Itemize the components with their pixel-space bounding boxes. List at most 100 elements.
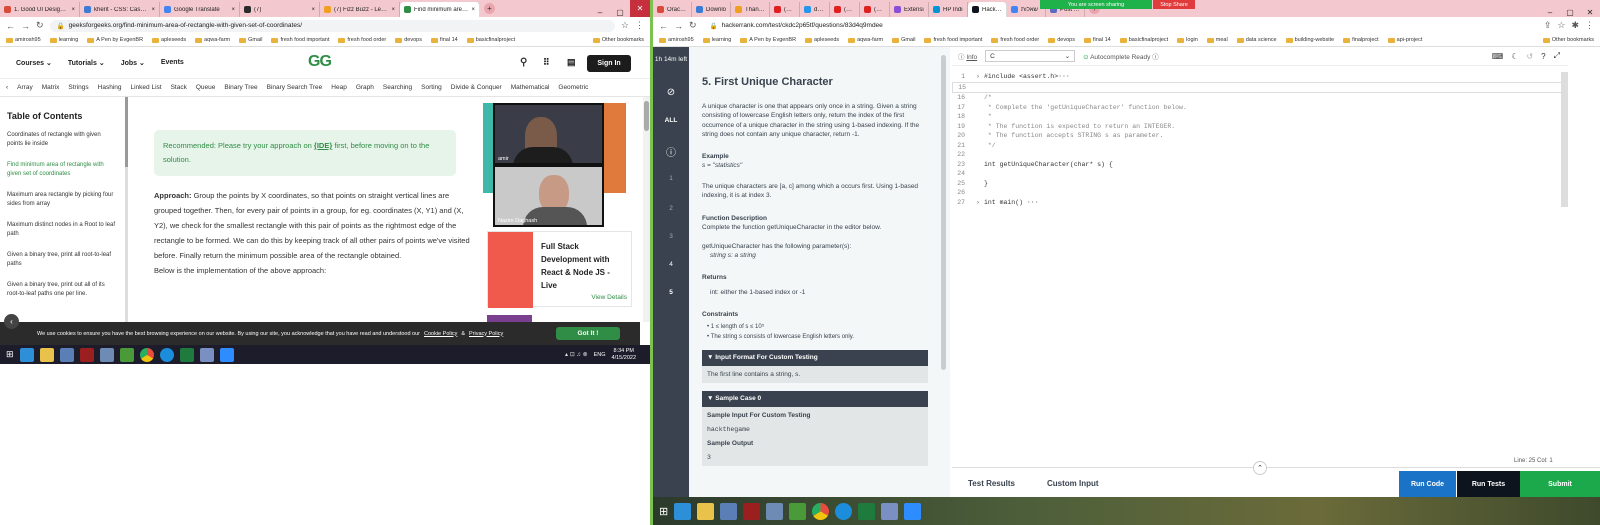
bookmark[interactable]: Gmail	[239, 37, 262, 43]
editor-scrollbar[interactable]	[1561, 72, 1568, 207]
file-explorer-icon[interactable]	[39, 347, 54, 362]
gfg-page-scrollbar[interactable]	[643, 97, 650, 322]
browser-tab-right[interactable]: docker V	[800, 2, 830, 17]
chrome-icon[interactable]	[139, 347, 154, 362]
virtualbox-icon-right[interactable]	[881, 502, 899, 520]
bookmark[interactable]: fresh food order	[338, 37, 386, 43]
problem-scrollbar[interactable]	[941, 55, 946, 370]
network-icon-right[interactable]	[766, 502, 784, 520]
back-icon-right[interactable]: ←	[659, 21, 668, 31]
topic-link[interactable]: Graph	[356, 84, 374, 91]
question-5[interactable]: 5	[653, 289, 689, 296]
browser-tab-right[interactable]: Downlo	[692, 2, 731, 17]
reload-icon-right[interactable]: ↻	[689, 20, 697, 31]
windows-start-icon[interactable]: ⊞	[6, 349, 14, 360]
bookmark[interactable]: amirosh95	[659, 37, 694, 43]
app-red-icon-right[interactable]	[743, 502, 761, 520]
browser-tab-right[interactable]: Oracle V	[653, 2, 692, 17]
new-tab-button[interactable]: +	[484, 3, 495, 14]
stop-share-button[interactable]: Stop Share	[1153, 0, 1195, 9]
code-area[interactable]: 1 › #include <assert.h>··· 15 16 /* 17 * Com…	[952, 72, 1568, 207]
browser-tab[interactable]: kherit - CSS: Cascadin×	[80, 2, 160, 17]
ie-icon[interactable]	[19, 347, 34, 362]
tab-custom-input[interactable]: Custom Input	[1047, 479, 1099, 488]
reload-icon[interactable]: ↻	[36, 20, 44, 31]
browser-tab-right[interactable]: (709) D	[770, 2, 800, 17]
zoom-icon-right[interactable]	[904, 502, 922, 520]
question-3[interactable]: 3	[653, 233, 689, 240]
close-window-icon[interactable]: ✕	[630, 0, 650, 17]
browser-tab-right[interactable]: (709) Do	[830, 2, 860, 17]
nav-events[interactable]: Events	[161, 59, 184, 66]
evernote-icon-right[interactable]	[789, 502, 807, 520]
bookmark[interactable]: basicfinalproject	[466, 37, 515, 43]
edge-icon[interactable]	[159, 347, 174, 362]
forward-icon[interactable]: →	[21, 21, 30, 31]
excel-icon[interactable]	[179, 347, 194, 362]
keyboard-icon[interactable]: ⌨	[1492, 52, 1504, 61]
chat-bubble-icon[interactable]: ‹	[4, 314, 19, 329]
cookie-policy-link[interactable]: Cookie Policy	[424, 331, 457, 337]
windows-start-icon-right[interactable]: ⊞	[659, 505, 668, 518]
bookmark[interactable]: devops	[395, 37, 422, 43]
bookmark[interactable]: A Pen by EvgenBR	[87, 37, 143, 43]
evernote-icon[interactable]	[119, 347, 134, 362]
topic-link[interactable]: Mathematical	[511, 84, 550, 91]
bookmark[interactable]: apleseeds	[805, 37, 839, 43]
fold-icon[interactable]: ›	[976, 72, 984, 82]
submit-button[interactable]: Submit	[1520, 471, 1600, 498]
bookmark[interactable]: Gmail	[892, 37, 915, 43]
file-explorer-icon-right[interactable]	[697, 502, 715, 520]
star-icon[interactable]: ☆	[621, 20, 629, 31]
browser-tab[interactable]: (7) ×	[240, 2, 320, 17]
topic-link[interactable]: Hashing	[98, 84, 122, 91]
gfg-logo[interactable]: GG	[308, 53, 332, 71]
course-ad-card[interactable]: Full Stack Development with React & Node…	[487, 231, 632, 308]
bookmark[interactable]: data science	[1236, 37, 1277, 43]
browser-tab[interactable]: Google Translate ×	[160, 2, 240, 17]
app-red-icon[interactable]	[79, 347, 94, 362]
bookmark[interactable]: finalproject	[1343, 37, 1379, 43]
tab-close-icon[interactable]: ×	[71, 7, 75, 13]
toc-item[interactable]: Coordinates of rectangle with given poin…	[0, 131, 125, 149]
run-code-button[interactable]: Run Code	[1399, 471, 1456, 498]
browser-tab-right[interactable]: (709) bu	[860, 2, 890, 17]
topic-link[interactable]: Searching	[383, 84, 412, 91]
browser-tab[interactable]: 1. Good UI Design Wi ×	[0, 2, 80, 17]
fullscreen-icon[interactable]: ⤢	[1554, 51, 1568, 61]
toc-item[interactable]: Given a binary tree, print out all of it…	[0, 281, 125, 299]
language-indicator[interactable]: ENG	[594, 352, 606, 358]
back-icon[interactable]: ←	[6, 21, 15, 31]
topic-link[interactable]: Sorting	[421, 84, 442, 91]
nav-jobs[interactable]: Jobs ⌄	[121, 59, 145, 67]
apps-grid-icon[interactable]: ⠿	[543, 57, 550, 68]
control-panel-icon-right[interactable]	[720, 502, 738, 520]
got-it-button[interactable]: Got It !	[556, 327, 620, 340]
reset-icon[interactable]: ↺	[1526, 52, 1533, 61]
nav-courses[interactable]: Courses ⌄	[16, 59, 52, 67]
topic-link[interactable]: Queue	[196, 84, 216, 91]
excel-icon-right[interactable]	[858, 502, 876, 520]
ide-link[interactable]: {IDE}	[314, 141, 332, 150]
bookmark[interactable]: aqwa-farm	[848, 37, 883, 43]
language-select[interactable]: C ⌄	[985, 50, 1076, 62]
bookmark[interactable]: meal	[1206, 37, 1228, 43]
bookmark[interactable]: api-project	[1387, 37, 1422, 43]
browser-tab-right[interactable]: HP Indi	[929, 2, 968, 17]
browser-tab[interactable]: (7) Fizz Buzz - LeetCo ×	[320, 2, 400, 17]
topic-link[interactable]: Stack	[171, 84, 187, 91]
tab-close-icon[interactable]: ×	[231, 7, 235, 13]
minimize-icon-right[interactable]: –	[1540, 8, 1560, 17]
bookmark[interactable]: learning	[49, 37, 78, 43]
browser-tab-right[interactable]: HackerR	[968, 2, 1007, 17]
clock[interactable]: 8:34 PM 4/15/2022	[612, 348, 650, 362]
bookmark[interactable]: final 14	[1083, 37, 1111, 43]
help-icon[interactable]: ?	[1541, 52, 1545, 61]
bookmark[interactable]: devops	[1048, 37, 1075, 43]
sign-in-button[interactable]: Sign In	[587, 55, 631, 72]
bookmark[interactable]: aqwa-farm	[195, 37, 230, 43]
info-icon[interactable]: ⓘ	[653, 144, 689, 159]
topic-link[interactable]: Matrix	[42, 84, 60, 91]
theme-moon-icon[interactable]: ☾	[1511, 52, 1518, 61]
bookmark[interactable]: A Pen by EvgenBR	[740, 37, 796, 43]
